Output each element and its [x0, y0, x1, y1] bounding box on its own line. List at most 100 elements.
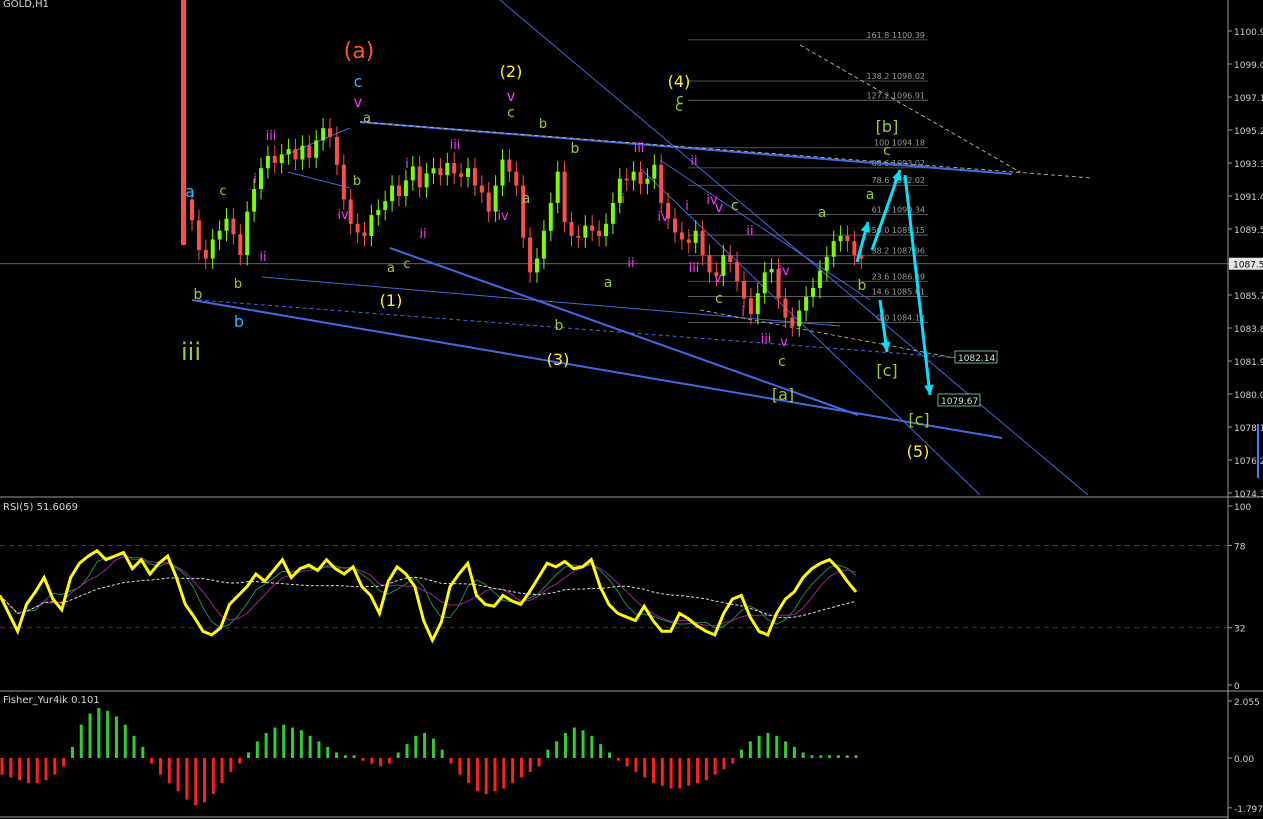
wave-label: a: [818, 205, 827, 221]
current-price-label: 1087.5: [1233, 261, 1263, 271]
wave-label: a: [387, 261, 395, 276]
candle-bull: [217, 230, 222, 240]
candle-bull: [769, 268, 774, 273]
candle-bull: [279, 154, 284, 163]
wave-label: ii: [259, 250, 266, 265]
wave-label: b: [194, 287, 203, 303]
candle-bear: [348, 199, 353, 224]
wave-label: b: [234, 277, 242, 292]
candle-bull: [314, 140, 319, 158]
wave-label: [c]: [876, 361, 897, 380]
candle-bear: [514, 171, 519, 186]
wave-label: b: [539, 117, 547, 132]
wave-label: i: [685, 199, 689, 214]
candle-bull: [631, 171, 636, 181]
candle-bear: [742, 281, 746, 299]
rsi-average-line: [0, 576, 857, 619]
candle-bull: [548, 202, 553, 231]
candle-bear: [748, 298, 753, 315]
wave-label: b: [353, 174, 361, 189]
wave-label: v: [714, 271, 722, 286]
wave-label: (a): [344, 39, 375, 64]
candle-bull: [804, 296, 809, 311]
candle-bear: [735, 262, 740, 282]
wave-label: c: [731, 198, 739, 214]
fisher-tick-label: 2.055: [1234, 698, 1260, 708]
wave-label: c: [219, 184, 226, 199]
candle-bear: [679, 232, 684, 240]
wave-label: ii: [690, 154, 697, 169]
price-tick-label: 1093.3: [1234, 160, 1263, 170]
wave-label: a: [363, 111, 371, 126]
wave-label: a: [185, 182, 195, 201]
candle-bear: [845, 235, 850, 242]
candle-bear: [452, 163, 457, 174]
candle-bull: [838, 235, 843, 242]
wave-label: i: [405, 157, 409, 172]
candle-bear: [355, 223, 360, 233]
rsi-signal-line: [0, 555, 857, 627]
price-tick-label: 1083.8: [1234, 325, 1263, 335]
candle-bear: [341, 164, 346, 200]
wave-label: v: [354, 93, 363, 111]
candle-bull: [376, 209, 381, 216]
price-tick-label: 1085.7: [1234, 292, 1263, 302]
candle-bull: [321, 128, 326, 141]
candle-bull: [652, 164, 657, 179]
wave-label: (1): [380, 291, 403, 310]
candle-bull: [265, 156, 270, 169]
candle-bull: [762, 272, 767, 294]
wave-label: c: [676, 92, 684, 108]
candle-bull: [252, 189, 257, 212]
wave-label: (4): [668, 72, 691, 91]
candle-bear: [238, 234, 243, 256]
candle-bull: [755, 293, 760, 315]
wave-label: b: [858, 278, 867, 294]
candle-bear: [203, 249, 208, 259]
fisher-tick-label: -1.797: [1234, 805, 1263, 815]
price-tick-label: 1081.9: [1234, 358, 1263, 368]
candle-bull: [466, 168, 470, 177]
fisher-tick-label: 0.00: [1234, 755, 1254, 765]
wave-label: iv: [778, 264, 790, 279]
target-box-label: 1079.67: [941, 397, 978, 407]
candle-bear: [334, 136, 339, 165]
candle-bear: [472, 168, 477, 186]
price-tick-label: 1100.9: [1234, 28, 1263, 38]
wave-label: ii: [419, 227, 426, 242]
candle-bear: [597, 230, 602, 236]
candle-bull: [721, 255, 726, 276]
candle-bear: [673, 218, 677, 233]
wave-label: a: [522, 191, 531, 207]
wave-label: a: [866, 187, 875, 203]
candle-bull: [831, 241, 836, 257]
candle-bull: [824, 256, 829, 271]
candle-bull: [383, 201, 388, 210]
wave-label: c: [403, 257, 410, 272]
candle-bull: [410, 166, 415, 181]
candle-bull: [645, 178, 650, 184]
candle-bull: [431, 168, 436, 174]
candle-bear: [507, 159, 512, 172]
wave-label: iv: [706, 193, 718, 208]
dashed-trendline: [799, 44, 1021, 173]
wave-label: ii: [746, 224, 753, 239]
candle-bull: [610, 202, 615, 224]
wave-label: iii: [266, 129, 277, 144]
price-tick-label: 1097.1: [1234, 94, 1263, 104]
candle-bear: [638, 171, 643, 184]
candle-bull: [555, 171, 560, 203]
rsi-tick-label: 32: [1234, 625, 1245, 635]
candle-bull: [693, 230, 698, 243]
fib-level-label: 38.2 1087.96: [872, 247, 925, 256]
wave-label: iii: [689, 261, 700, 276]
wave-label: iii: [634, 141, 645, 156]
candle-bear: [569, 222, 574, 236]
candle-bull: [245, 211, 250, 256]
wave-label: c: [507, 105, 515, 121]
chart-canvas: 1100.9 1099.0 1097.1 1095.2 1093.3 1091.4 1089…: [0, 0, 1263, 819]
candle-bear: [707, 255, 712, 273]
candle-bear: [459, 173, 464, 177]
candle-bear: [562, 171, 567, 223]
wave-label: c: [778, 354, 786, 370]
